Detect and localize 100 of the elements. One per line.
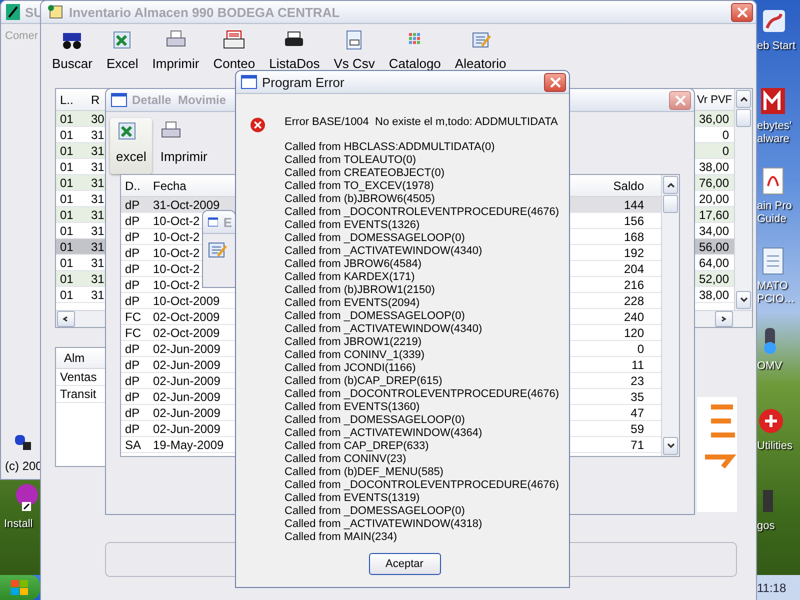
toolbar-button[interactable]: Excel	[103, 28, 142, 73]
scroll-down-button[interactable]	[736, 291, 751, 309]
window-title: E	[223, 214, 232, 230]
table-cell-text: 10-Oct-2	[152, 261, 200, 276]
toolbar-button[interactable]: Conteo	[210, 28, 258, 73]
table-cell-text: 23	[630, 373, 645, 388]
stack-trace-line: Called from _DOMESSAGELOOP(0)	[284, 505, 466, 518]
stack-trace-line: Called from JBROW6(4584)	[284, 258, 422, 271]
desktop-icon-label[interactable]: ebytes' alware	[757, 120, 792, 146]
caret-icon	[62, 316, 70, 322]
stack-trace-line: Called from _DOCONTROLEVENTPROCEDURE(4676)	[284, 479, 559, 492]
close-icon	[674, 94, 686, 106]
column-header[interactable]: D..	[121, 175, 149, 196]
column-header[interactable]: Saldo	[574, 175, 649, 196]
window-title: Inventario Almacen 990 BODEGA CENTRAL	[69, 4, 340, 20]
table-cell-text: 31	[90, 239, 104, 254]
desktop-icon-label[interactable]: Utilities	[757, 440, 792, 453]
table-cell-text: 02-Oct-2009	[152, 309, 220, 324]
stack-trace-line: Called from EVENTS(1360)	[284, 401, 421, 414]
stack-trace-line: Called from _ACTIVATEWINDOW(4364)	[284, 427, 484, 440]
database-icon[interactable]	[13, 433, 33, 451]
close-button[interactable]	[669, 90, 691, 110]
scroll-left-button[interactable]	[57, 311, 75, 327]
table-cell-text: 31	[90, 271, 104, 286]
table-cell-text: 31	[90, 175, 104, 190]
table-cell-text: 36,00	[698, 111, 730, 126]
toolbar-button[interactable]: Catalogo	[386, 28, 444, 73]
stack-trace-line: Called from _DOCONTROLEVENTPROCEDURE(4676)	[284, 206, 559, 219]
stack-trace-line: Called from _DOCONTROLEVENTPROCEDURE(4676)	[284, 388, 559, 401]
table-cell-text: 216	[622, 277, 645, 292]
scroll-thumb[interactable]	[736, 109, 751, 127]
scroll-up-button[interactable]	[663, 176, 678, 194]
table-cell-text: 19-May-2009	[152, 437, 224, 452]
table-cell-text: 30	[90, 111, 104, 126]
spreadsheet-icon	[111, 30, 134, 50]
table-cell-text: 02-Jun-2009	[152, 405, 220, 420]
stack-trace-line: Called from _DOMESSAGELOOP(0)	[284, 310, 466, 323]
stack-trace-line: Called from CONINV_1(339)	[284, 349, 426, 362]
stack-trace-line: Called from MAIN(234)	[284, 531, 398, 544]
stack-trace-line: Called from CAP_DREP(633)	[284, 440, 430, 453]
table-cell-text: 31	[90, 207, 104, 222]
desktop-icon-label[interactable]: gos	[757, 520, 775, 533]
caret-icon	[740, 297, 748, 303]
app-icon	[6, 4, 20, 20]
scroll-up-button[interactable]	[736, 90, 751, 108]
toolbar-button[interactable]: Imprimir	[149, 28, 202, 73]
close-button[interactable]	[544, 72, 566, 92]
column-header[interactable]: L..	[56, 89, 87, 110]
table-cell-text: 35	[630, 389, 645, 404]
stack-trace-line: Called from HBCLASS:ADDMULTIDATA(0)	[284, 141, 496, 154]
toolbar-button[interactable]: excel	[110, 118, 152, 174]
vertical-scrollbar[interactable]	[734, 89, 752, 310]
table-cell-text: 31	[90, 191, 104, 206]
stack-trace-line: Called from CONINV(23)	[284, 453, 408, 466]
toolbar-button[interactable]: ListaDos	[266, 28, 323, 73]
column-header[interactable]: Vr PVF	[694, 89, 734, 110]
stack-trace-line: Called from (b)JBROW1(2150)	[284, 284, 436, 297]
table-cell-text: 02-Jun-2009	[152, 421, 220, 436]
table-cell-text: 228	[622, 293, 645, 308]
table-cell-text: 204	[622, 261, 645, 276]
table-cell-text: 0	[636, 341, 645, 356]
start-button[interactable]	[0, 575, 40, 600]
table-cell-text: 02-Jun-2009	[152, 341, 220, 356]
close-button[interactable]	[731, 2, 753, 22]
stack-trace-line: Called from (b)DEF_MENU(585)	[284, 466, 444, 479]
table-cell-text: 11	[630, 357, 645, 372]
table-cell-text: 38,00	[698, 159, 730, 174]
close-icon	[736, 6, 748, 18]
scroll-thumb[interactable]	[663, 195, 678, 213]
stack-trace-line: Called from (b)JBROW6(4505)	[284, 193, 436, 206]
accept-button[interactable]: Aceptar	[368, 553, 440, 575]
desktop-icon-label[interactable]: Install	[4, 518, 33, 531]
stack-trace-line: Called from _ACTIVATEWINDOW(4340)	[284, 323, 484, 336]
table-cell-text: 10-Oct-2	[152, 245, 200, 260]
window-icon	[208, 215, 218, 229]
column-header[interactable]: R	[87, 89, 100, 110]
window-icon	[111, 93, 127, 107]
vertical-scrollbar[interactable]	[661, 175, 679, 456]
column-header[interactable]: Fecha	[149, 175, 186, 196]
scroll-down-button[interactable]	[663, 437, 678, 455]
stack-trace-line: Called from TO_EXCEV(1978)	[284, 180, 435, 193]
toolbar-button[interactable]: Imprimir	[154, 118, 214, 174]
desktop-icon-label[interactable]: eb Start	[757, 40, 796, 53]
table-cell-text: 156	[622, 213, 645, 228]
notepad-icon	[206, 240, 228, 260]
notepad-icon	[470, 30, 492, 50]
table-cell-text: 02-Jun-2009	[152, 357, 220, 372]
clock: 11:18	[754, 575, 800, 600]
table-cell-text: 31	[90, 223, 104, 238]
table-cell-text: 120	[622, 325, 645, 340]
table-cell-text: 02-Oct-2009	[152, 325, 220, 340]
toolbar-button[interactable]: Buscar	[49, 28, 96, 73]
table-cell-text: 0	[721, 127, 730, 142]
stack-trace-line: Called from TOLEAUTO(0)	[284, 154, 417, 167]
stack-trace-line: Called from CREATEOBJECT(0)	[284, 167, 446, 180]
table-cell-text: 144	[622, 197, 645, 212]
table-cell-text: 10-Oct-2	[152, 213, 200, 228]
table-cell-text: 0	[721, 143, 730, 158]
table-cell-text: 168	[622, 229, 645, 244]
scroll-right-button[interactable]	[715, 311, 733, 327]
